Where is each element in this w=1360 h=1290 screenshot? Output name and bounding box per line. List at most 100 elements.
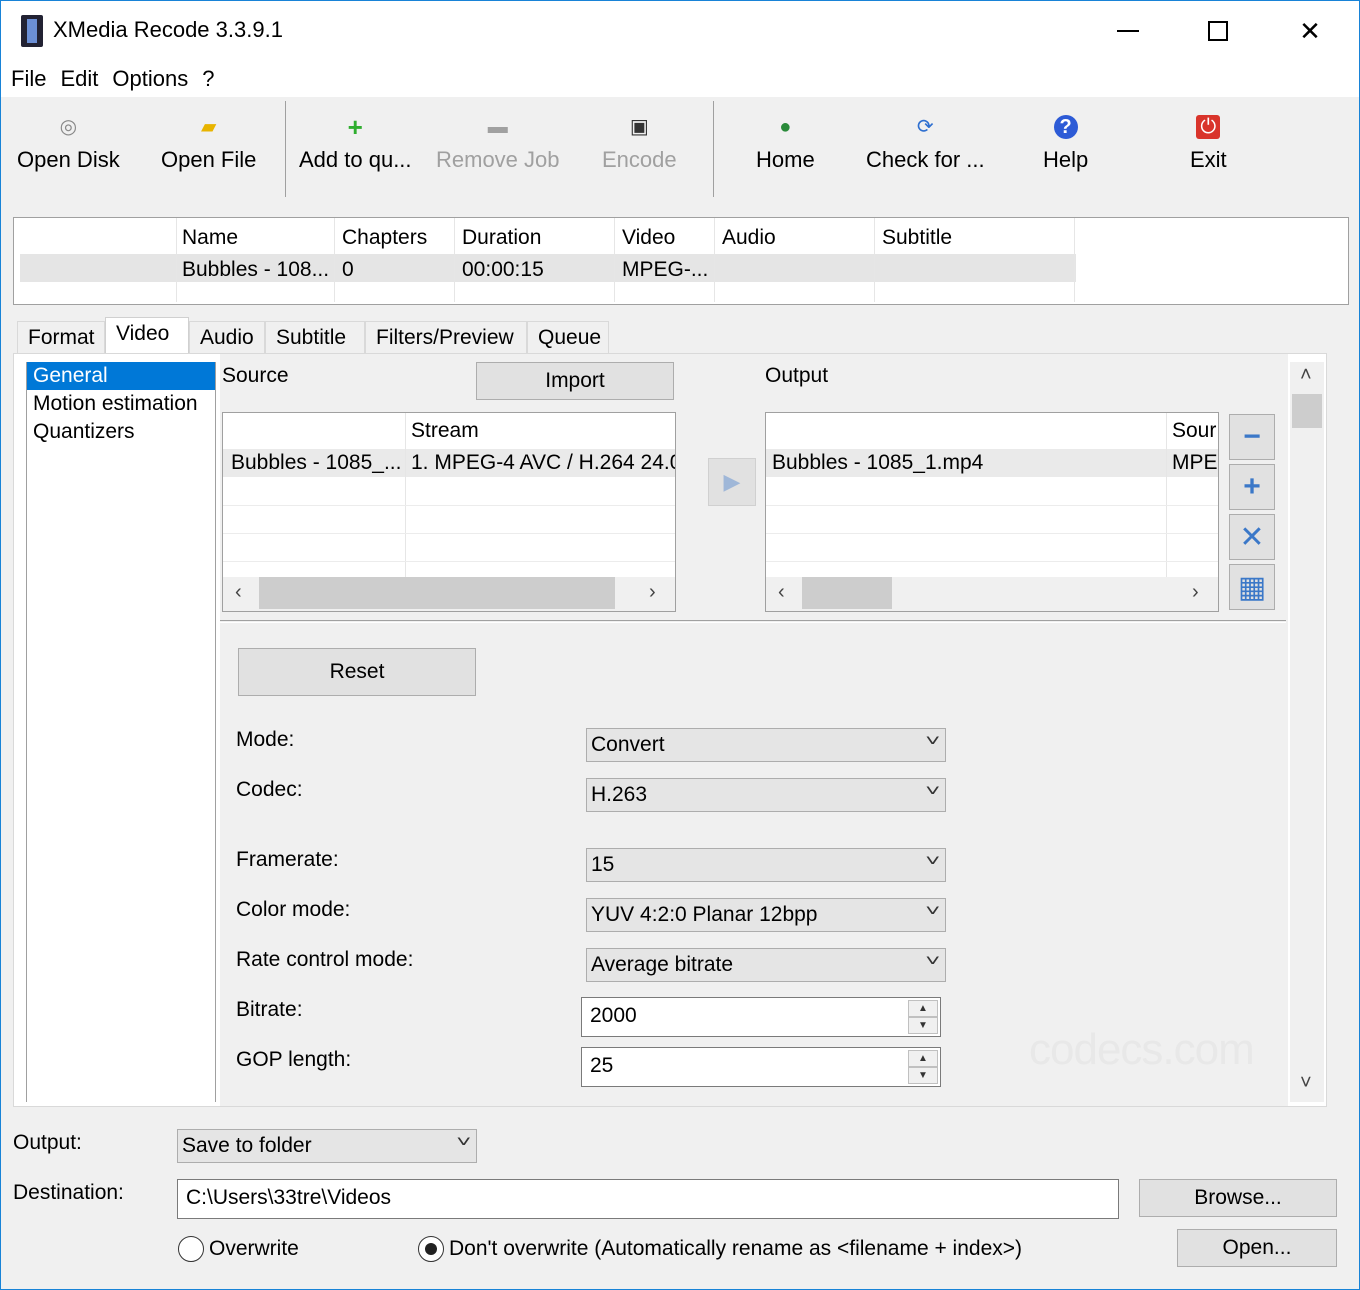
job-row-highlight bbox=[20, 254, 1076, 282]
window-title: XMedia Recode 3.3.9.1 bbox=[53, 17, 283, 42]
column-divider bbox=[405, 413, 406, 579]
scroll-right-icon[interactable]: › bbox=[649, 581, 656, 604]
tab-audio[interactable]: Audio bbox=[189, 321, 265, 353]
add-to-queue-button[interactable]: + Add to qu... bbox=[299, 114, 412, 173]
job-chapters-cell[interactable]: 0 bbox=[342, 258, 354, 282]
column-header-audio[interactable]: Audio bbox=[722, 226, 776, 250]
row-divider bbox=[223, 533, 675, 534]
increment-icon[interactable]: ▲ bbox=[908, 1000, 938, 1017]
column-header-subtitle[interactable]: Subtitle bbox=[882, 226, 952, 250]
nav-item-motion-estimation[interactable]: Motion estimation bbox=[27, 390, 215, 418]
toolbar-separator bbox=[713, 101, 714, 197]
menu-file[interactable]: File bbox=[11, 66, 46, 92]
scroll-down-icon[interactable]: ˅ bbox=[1300, 1072, 1312, 1095]
decrement-icon[interactable]: ▼ bbox=[908, 1017, 938, 1034]
encode-icon: ▣ bbox=[629, 116, 649, 138]
import-button[interactable]: Import bbox=[476, 362, 674, 400]
source-stream-list[interactable]: Stream Bubbles - 1085_... 1. MPEG-4 AVC … bbox=[222, 412, 676, 612]
tab-video[interactable]: Video bbox=[105, 317, 189, 355]
scroll-left-icon[interactable]: ‹ bbox=[778, 581, 785, 604]
home-label: Home bbox=[756, 147, 815, 172]
job-name-cell[interactable]: Bubbles - 108... bbox=[182, 258, 329, 282]
gop-length-spinbox[interactable]: 25 ▲ ▼ bbox=[581, 1047, 941, 1087]
nav-item-general[interactable]: General bbox=[27, 362, 215, 390]
scroll-thumb[interactable] bbox=[259, 577, 615, 609]
add-stream-button[interactable]: + bbox=[1229, 464, 1275, 510]
output-mode-dropdown[interactable]: Save to folder ˅ bbox=[177, 1129, 477, 1163]
increment-icon[interactable]: ▲ bbox=[908, 1050, 938, 1067]
overwrite-label[interactable]: Overwrite bbox=[209, 1237, 299, 1261]
remove-job-button[interactable]: ▬ Remove Job bbox=[436, 115, 560, 173]
column-header-video[interactable]: Video bbox=[622, 226, 675, 250]
scroll-left-icon[interactable]: ‹ bbox=[235, 581, 242, 604]
reset-button[interactable]: Reset bbox=[238, 648, 476, 696]
home-button[interactable]: ● Home bbox=[756, 115, 815, 173]
delete-stream-button[interactable]: ✕ bbox=[1229, 514, 1275, 560]
close-icon: ✕ bbox=[1299, 15, 1321, 46]
source-horizontal-scrollbar[interactable]: ‹ › bbox=[223, 577, 675, 611]
column-divider bbox=[1166, 413, 1167, 579]
open-disk-button[interactable]: ◎ Open Disk bbox=[17, 115, 120, 173]
browse-button[interactable]: Browse... bbox=[1139, 1179, 1337, 1217]
output-horizontal-scrollbar[interactable]: ‹ › bbox=[766, 577, 1218, 611]
codec-dropdown[interactable]: H.263 ˅ bbox=[586, 778, 946, 812]
decrement-icon[interactable]: ▼ bbox=[908, 1067, 938, 1084]
scroll-right-icon[interactable]: › bbox=[1192, 581, 1199, 604]
job-list[interactable]: Name Chapters Duration Video Audio Subti… bbox=[13, 217, 1349, 305]
maximize-button[interactable] bbox=[1173, 1, 1263, 61]
job-duration-cell[interactable]: 00:00:15 bbox=[462, 258, 544, 282]
output-source-cell[interactable]: MPE( bbox=[1172, 451, 1218, 475]
mode-dropdown[interactable]: Convert ˅ bbox=[586, 728, 946, 762]
menu-help[interactable]: ? bbox=[202, 66, 214, 92]
output-file-cell[interactable]: Bubbles - 1085_1.mp4 bbox=[772, 451, 983, 475]
encode-button[interactable]: ▣ Encode bbox=[602, 115, 677, 173]
check-for-updates-button[interactable]: ⟳ Check for ... bbox=[866, 115, 985, 173]
source-file-cell[interactable]: Bubbles - 1085_... bbox=[231, 451, 401, 475]
destination-input[interactable]: C:\Users\33tre\Videos bbox=[177, 1179, 1119, 1219]
exit-button[interactable]: ⏻ Exit bbox=[1190, 115, 1227, 173]
framerate-dropdown[interactable]: 15 ˅ bbox=[586, 848, 946, 882]
source-stream-cell[interactable]: 1. MPEG-4 AVC / H.264 24.0 bbox=[411, 451, 675, 475]
chevron-down-icon: ˅ bbox=[924, 733, 940, 750]
bitrate-spinbox[interactable]: 2000 ▲ ▼ bbox=[581, 997, 941, 1037]
scroll-up-icon[interactable]: ˄ bbox=[1300, 364, 1312, 387]
settings-vertical-scrollbar[interactable]: ˄ ˅ bbox=[1290, 362, 1324, 1102]
gop-length-value[interactable]: 25 bbox=[590, 1054, 613, 1077]
column-header-chapters[interactable]: Chapters bbox=[342, 226, 427, 250]
output-stream-list[interactable]: Sour Bubbles - 1085_1.mp4 MPE( ‹ › bbox=[765, 412, 1219, 612]
tab-queue[interactable]: Queue bbox=[527, 321, 609, 353]
overwrite-radio[interactable] bbox=[178, 1236, 204, 1262]
close-button[interactable]: ✕ bbox=[1265, 1, 1355, 61]
dont-overwrite-label[interactable]: Don't overwrite (Automatically rename as… bbox=[449, 1237, 1022, 1261]
open-folder-button[interactable]: Open... bbox=[1177, 1229, 1337, 1267]
chevron-down-icon: ˅ bbox=[924, 783, 940, 800]
menu-edit[interactable]: Edit bbox=[60, 66, 98, 92]
plus-icon: + bbox=[1243, 470, 1261, 503]
help-button[interactable]: ? Help bbox=[1043, 115, 1088, 173]
dont-overwrite-radio[interactable] bbox=[418, 1236, 444, 1262]
nav-item-quantizers[interactable]: Quantizers bbox=[27, 418, 215, 446]
bitrate-label: Bitrate: bbox=[236, 998, 303, 1021]
calculator-button[interactable]: ▦ bbox=[1229, 564, 1275, 610]
column-header-duration[interactable]: Duration bbox=[462, 226, 541, 250]
column-header-stream[interactable]: Stream bbox=[411, 419, 479, 443]
job-video-cell[interactable]: MPEG-... bbox=[622, 258, 708, 282]
tab-filters-preview[interactable]: Filters/Preview bbox=[365, 321, 527, 353]
add-stream-arrow-button[interactable]: ▶ bbox=[708, 458, 756, 506]
calculator-icon: ▦ bbox=[1237, 570, 1267, 604]
tab-subtitle[interactable]: Subtitle bbox=[265, 321, 365, 353]
bitrate-value[interactable]: 2000 bbox=[590, 1004, 637, 1027]
menu-options[interactable]: Options bbox=[112, 66, 188, 92]
destination-label: Destination: bbox=[13, 1181, 124, 1204]
tab-format[interactable]: Format bbox=[17, 321, 105, 353]
color-mode-dropdown[interactable]: YUV 4:2:0 Planar 12bpp ˅ bbox=[586, 898, 946, 932]
minimize-button[interactable] bbox=[1083, 1, 1173, 61]
scroll-thumb[interactable] bbox=[1292, 394, 1322, 428]
remove-stream-button[interactable]: − bbox=[1229, 414, 1275, 460]
power-icon: ⏻ bbox=[1196, 115, 1221, 139]
open-file-button[interactable]: ▰ Open File bbox=[161, 115, 256, 173]
column-header-source[interactable]: Sour bbox=[1172, 419, 1216, 443]
rate-control-dropdown[interactable]: Average bitrate ˅ bbox=[586, 948, 946, 982]
scroll-thumb[interactable] bbox=[802, 577, 892, 609]
column-header-name[interactable]: Name bbox=[182, 226, 238, 250]
